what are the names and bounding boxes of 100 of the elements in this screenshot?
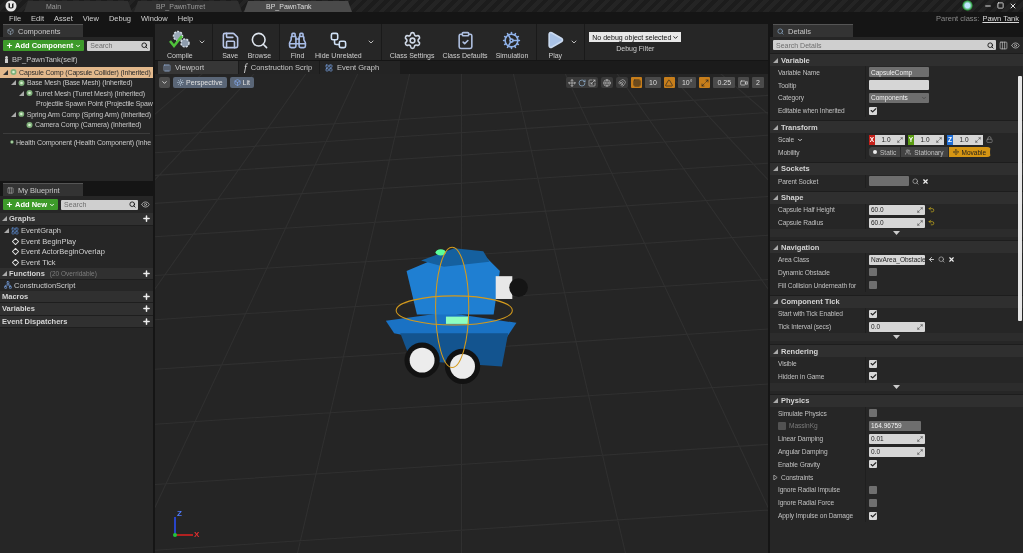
checklist-icon	[455, 30, 475, 50]
caret-icon	[75, 42, 82, 49]
expand-arrow-icon[interactable]	[4, 228, 9, 234]
search-icon[interactable]	[938, 256, 945, 264]
settings-icon	[402, 30, 422, 50]
arrow-left-icon[interactable]	[928, 256, 935, 264]
expand-arrow-icon[interactable]	[773, 474, 778, 480]
search-icon[interactable]	[912, 177, 919, 185]
globe-icon[interactable]	[603, 78, 612, 87]
caret-icon	[672, 33, 680, 41]
search-icon	[987, 41, 994, 49]
eye-icon[interactable]	[1011, 40, 1020, 50]
expand-arrow-icon[interactable]	[773, 299, 778, 305]
plus-icon	[6, 42, 13, 49]
component-icon	[10, 138, 14, 147]
checkbox[interactable]	[869, 511, 877, 520]
checkbox[interactable]	[869, 309, 877, 318]
expand-arrow-icon[interactable]	[773, 124, 778, 130]
cube-icon	[233, 79, 241, 86]
caret-icon	[570, 38, 579, 46]
expand-arrow-icon[interactable]	[19, 90, 24, 96]
add-button[interactable]	[141, 268, 151, 279]
checkbox[interactable]	[869, 372, 877, 381]
snap-toggle[interactable]	[738, 77, 750, 88]
sun-icon	[177, 79, 184, 86]
expand-arrow-icon[interactable]	[11, 80, 16, 86]
scrollbar-thumb[interactable]	[1018, 76, 1022, 321]
expand-arrow-icon[interactable]	[773, 398, 778, 404]
expand-arrow-icon[interactable]	[3, 69, 8, 75]
rotate-icon[interactable]	[578, 78, 587, 87]
eye-icon[interactable]	[141, 200, 150, 209]
binoculars-icon	[288, 30, 308, 50]
add-button[interactable]	[141, 291, 151, 302]
lock-icon[interactable]	[986, 136, 993, 144]
move-icon[interactable]	[568, 78, 577, 87]
reset-icon[interactable]	[928, 219, 935, 227]
expand-arrow-icon[interactable]	[773, 57, 778, 63]
checkbox[interactable]	[869, 281, 877, 290]
caret-icon	[161, 79, 168, 86]
expand-arrow-icon[interactable]	[773, 348, 778, 354]
checkbox[interactable]	[869, 460, 877, 469]
move-icon	[952, 149, 959, 156]
grid-icon	[632, 78, 641, 87]
search-icon	[129, 201, 136, 208]
expand-arrow-icon[interactable]	[773, 166, 778, 172]
advanced-arrow-icon[interactable]	[893, 231, 900, 236]
search-icon	[141, 42, 148, 49]
gears-check-icon	[168, 29, 191, 50]
checkbox[interactable]	[869, 106, 877, 115]
drag-icon	[917, 206, 923, 213]
add-button[interactable]	[141, 303, 151, 314]
save-icon	[220, 30, 240, 50]
checkbox[interactable]	[778, 421, 786, 430]
advanced-arrow-icon[interactable]	[893, 335, 900, 340]
options-button[interactable]	[159, 77, 170, 88]
snap-toggle[interactable]	[631, 77, 643, 88]
caret-icon[interactable]	[797, 136, 803, 143]
figures-icon	[905, 149, 912, 156]
scale-icon[interactable]	[588, 78, 597, 87]
check-icon	[869, 460, 877, 468]
expand-arrow-icon[interactable]	[11, 111, 16, 117]
reset-icon[interactable]	[928, 206, 935, 214]
grid-view-icon[interactable]	[999, 40, 1008, 50]
checkbox[interactable]	[869, 359, 877, 368]
plus-icon	[141, 304, 151, 314]
drag-icon	[917, 448, 923, 455]
expand-arrow-icon[interactable]	[2, 216, 7, 222]
cog-icon	[502, 30, 522, 50]
check-icon	[869, 512, 877, 519]
drag-icon	[897, 136, 903, 143]
text-field[interactable]	[869, 80, 929, 91]
socket-field[interactable]	[869, 176, 909, 187]
check-icon	[869, 310, 877, 318]
advanced-arrow-icon[interactable]	[893, 384, 900, 389]
event-node-icon	[12, 248, 19, 256]
function-icon	[4, 281, 12, 290]
clear-icon[interactable]	[948, 256, 955, 264]
expand-arrow-icon[interactable]	[773, 195, 778, 201]
expand-arrow-icon[interactable]	[2, 270, 7, 276]
surface-snap-icon[interactable]	[618, 78, 627, 87]
clear-icon[interactable]	[922, 177, 929, 185]
snap-toggle[interactable]	[663, 77, 675, 88]
close-icon[interactable]	[1009, 1, 1017, 10]
snap-toggle[interactable]	[699, 77, 711, 88]
checkbox[interactable]	[869, 498, 877, 507]
camera-icon	[739, 78, 748, 87]
add-button[interactable]	[141, 316, 151, 327]
dot-icon	[873, 150, 877, 155]
drag-icon	[936, 136, 942, 143]
check-icon	[869, 107, 877, 115]
add-button[interactable]	[141, 213, 151, 224]
event-node-icon	[12, 237, 19, 245]
status-icon	[962, 0, 973, 11]
maximize-icon[interactable]	[997, 2, 1004, 9]
checkbox[interactable]	[869, 268, 877, 277]
expand-arrow-icon[interactable]	[773, 244, 778, 250]
figure-icon	[4, 56, 9, 63]
checkbox[interactable]	[869, 485, 877, 494]
viewport-icon	[163, 63, 171, 72]
checkbox[interactable]	[869, 409, 877, 418]
